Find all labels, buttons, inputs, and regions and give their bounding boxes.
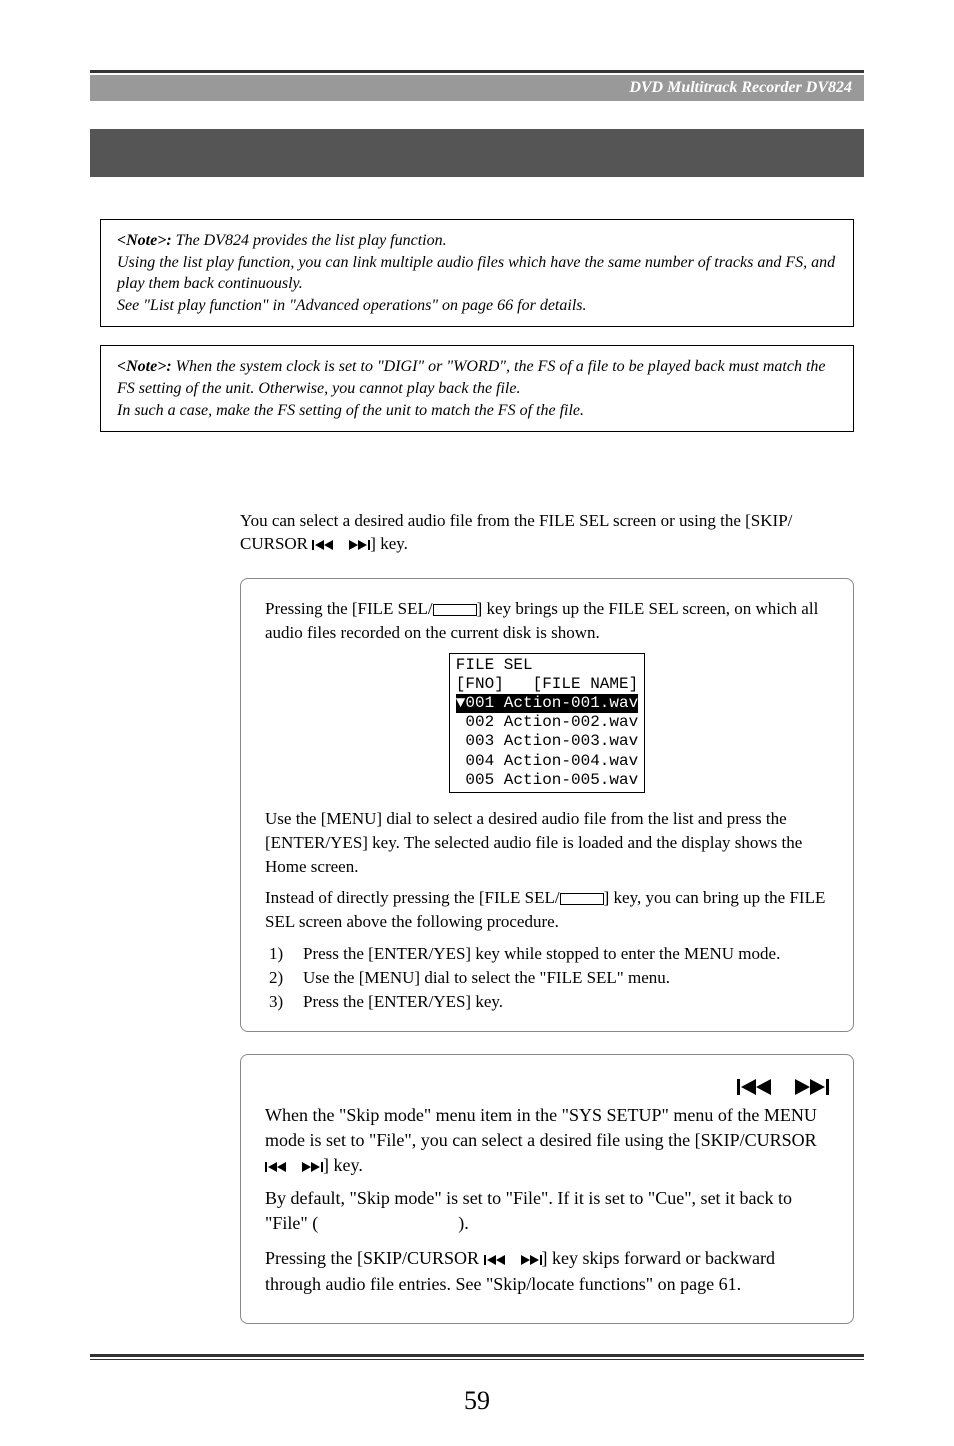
step1: Press the [ENTER/YES] key while stopped …: [303, 942, 780, 966]
box2-p3: Pressing the [SKIP/CURSOR ] key skips fo…: [265, 1246, 829, 1296]
box2-p1: When the "Skip mode" menu item in the "S…: [265, 1103, 829, 1179]
note-label-2: <Note>:: [117, 358, 176, 375]
lcd-l3: ▼001 Action-001.wav: [456, 694, 638, 713]
lcd-l4: 002 Action-002.wav: [456, 713, 638, 731]
lcd-l5: 003 Action-003.wav: [456, 732, 638, 750]
file-sel-key-icon: [433, 604, 477, 616]
box1-p1: Pressing the [FILE SEL/] key brings up t…: [265, 597, 829, 645]
header-band: DVD Multitrack Recorder DV824: [90, 75, 864, 101]
box1-p2: Use the [MENU] dial to select a desired …: [265, 807, 829, 878]
skip-cursor-box: When the "Skip mode" menu item in the "S…: [240, 1054, 854, 1324]
box2-p1b: ] key.: [323, 1155, 363, 1175]
box2-p3a: Pressing the [SKIP/CURSOR: [265, 1248, 484, 1268]
skip-cursor-icon-inline-2: [484, 1254, 542, 1266]
box2-p2b: ).: [458, 1213, 469, 1233]
intro-line: You can select a desired audio file from…: [240, 510, 854, 556]
note-body-1: The DV824 provides the list play functio…: [117, 232, 835, 314]
page-number: 59: [90, 1386, 864, 1416]
lcd-screen: FILE SEL [FNO] [FILE NAME] ▼001 Action-0…: [449, 653, 645, 793]
note-box-1: <Note>: The DV824 provides the list play…: [100, 219, 854, 327]
lcd-l2: [FNO] [FILE NAME]: [456, 675, 638, 693]
skip-cursor-icon-inline-1: [265, 1161, 323, 1173]
lcd-l1: FILE SEL: [456, 656, 533, 674]
lcd-l6: 004 Action-004.wav: [456, 752, 638, 770]
step3-n: 3): [269, 990, 303, 1014]
skip-cursor-icon: [312, 539, 370, 551]
footer-rule: [90, 1354, 864, 1360]
file-sel-screen-box: Pressing the [FILE SEL/] key brings up t…: [240, 578, 854, 1032]
box2-p1a: When the "Skip mode" menu item in the "S…: [265, 1105, 817, 1150]
header-title: DVD Multitrack Recorder DV824: [629, 79, 852, 96]
skip-cursor-icon-large: [737, 1078, 829, 1096]
note-label-1: <Note>:: [117, 232, 176, 249]
box2-p2: By default, "Skip mode" is set to "File"…: [265, 1186, 829, 1236]
note-box-2: <Note>: When the system clock is set to …: [100, 345, 854, 432]
step3: Press the [ENTER/YES] key.: [303, 990, 503, 1014]
header-rule-top: [90, 70, 864, 73]
intro-b: CURSOR: [240, 534, 312, 553]
step2-n: 2): [269, 966, 303, 990]
note-body-2: When the system clock is set to "DIGI" o…: [117, 358, 826, 418]
box1-p3: Instead of directly pressing the [FILE S…: [265, 886, 829, 934]
intro-c: ] key.: [370, 534, 408, 553]
box2-p2a: By default, "Skip mode" is set to "File"…: [265, 1188, 792, 1233]
file-sel-key-icon-2: [560, 893, 604, 905]
step1-n: 1): [269, 942, 303, 966]
section-title-bar: [90, 129, 864, 177]
box1-p1a: Pressing the [FILE SEL/: [265, 599, 433, 618]
procedure-steps: 1)Press the [ENTER/YES] key while stoppe…: [269, 942, 829, 1013]
intro-a: You can select a desired audio file from…: [240, 511, 792, 530]
step2: Use the [MENU] dial to select the "FILE …: [303, 966, 670, 990]
box1-p3a: Instead of directly pressing the [FILE S…: [265, 888, 560, 907]
lcd-l7: 005 Action-005.wav: [456, 771, 638, 789]
